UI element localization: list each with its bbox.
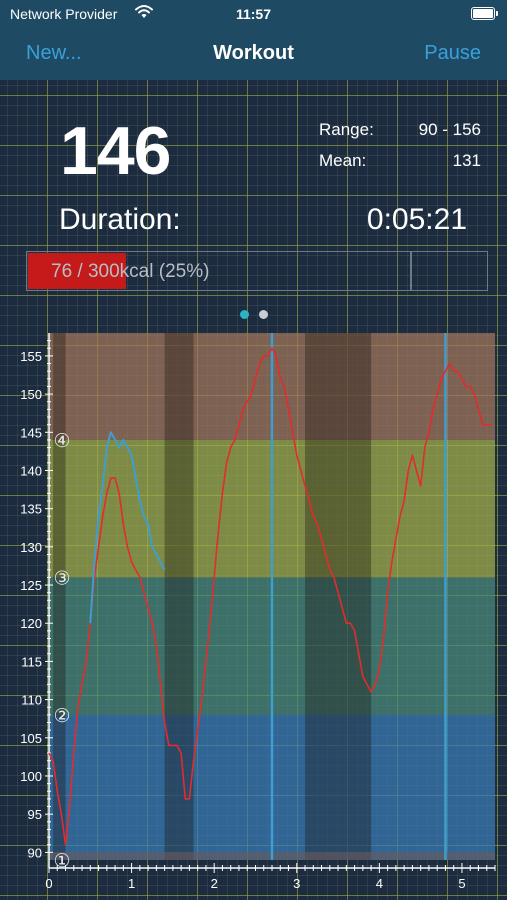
calorie-progress-text: 76 / 300kcal (25%) [51,261,210,282]
duration-label: Duration: [59,203,181,236]
status-time: 11:57 [235,6,272,22]
y-tick-label: 155 [20,349,42,364]
zone-label: ③ [53,567,70,589]
zone-label: ④ [53,430,70,452]
progress-marker [410,251,412,291]
zone-label: ② [53,705,70,727]
time-band [305,333,372,860]
y-tick-label: 110 [21,693,42,708]
x-tick-label: 0 [45,876,52,891]
navigation-bar: New... Workout Pause [0,28,507,80]
pause-button[interactable]: Pause [424,42,481,65]
y-tick-label: 120 [20,616,42,631]
zone-label: ① [53,850,70,872]
heart-rate-value: 146 [60,113,171,189]
y-tick-label: 150 [20,387,42,402]
range-value: 90 - 156 [418,120,481,139]
x-tick-label: 4 [376,876,383,891]
x-tick-label: 2 [211,876,218,891]
calorie-progress-bar: 76 / 300kcal (25%) [26,251,488,291]
x-tick-label: 1 [128,876,135,891]
time-band [53,333,66,860]
page-dot[interactable] [239,310,249,319]
page-dot[interactable] [258,310,268,319]
y-tick-label: 130 [20,540,42,555]
y-tick-label: 90 [28,845,42,860]
y-tick-label: 125 [20,578,42,593]
x-tick-label: 5 [458,876,465,891]
heart-rate-chart: 9095100105110115120125130135140145150155… [20,333,496,891]
y-tick-label: 95 [28,807,42,822]
time-band [164,333,194,860]
battery-icon [471,7,498,20]
range-label: Range: [319,120,374,139]
y-tick-label: 100 [20,769,42,784]
mean-value: 131 [452,151,481,170]
duration-value: 0:05:21 [366,203,467,236]
x-tick-label: 3 [293,876,300,891]
y-tick-label: 145 [20,425,42,440]
y-tick-label: 105 [20,731,42,746]
y-tick-label: 135 [20,502,42,517]
y-tick-label: 115 [21,654,42,669]
status-bar: Network Provider 11:57 [0,0,507,28]
mean-label: Mean: [319,151,367,170]
y-tick-label: 140 [20,463,42,478]
